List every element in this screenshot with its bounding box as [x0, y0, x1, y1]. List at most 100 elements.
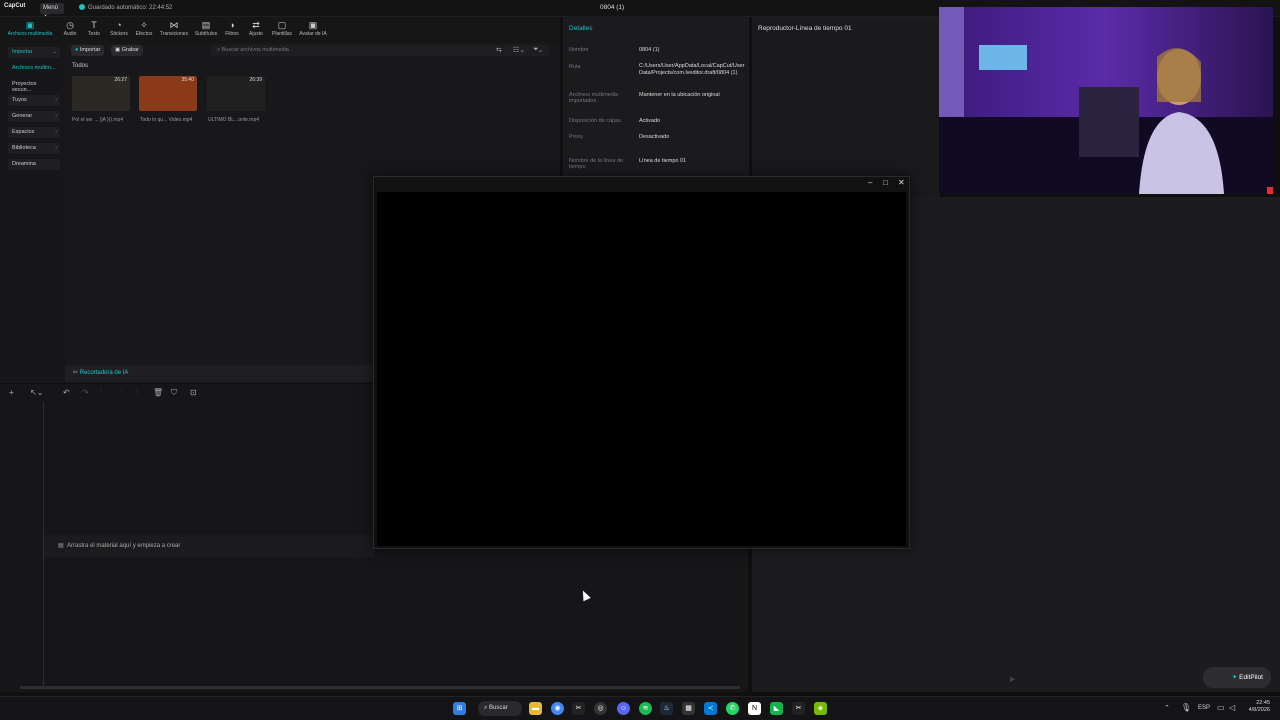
capcut-icon[interactable]: ✂: [572, 702, 585, 715]
sidebar-item-generate[interactable]: Generar ›: [8, 111, 60, 122]
editpilot-icon: ✦: [1231, 674, 1238, 681]
tray-chevron-icon[interactable]: ⌃: [1164, 704, 1170, 712]
sidebar-item-media[interactable]: Archivos multim...: [8, 63, 60, 74]
app-icon[interactable]: ▦: [682, 702, 695, 715]
detail-value: Línea de tiempo 01: [639, 158, 687, 164]
media-sidebar: Importar ⌄ Archivos multim... Proyectos s…: [0, 43, 65, 383]
sticker-icon: ◔: [116, 20, 122, 30]
chevron-right-icon: ›: [55, 145, 57, 151]
filter-icon[interactable]: ⏷⌄: [533, 46, 542, 54]
detail-key: Ruta: [569, 64, 581, 70]
tab-templates[interactable]: ▢ Plantillas: [268, 20, 296, 37]
capcut-alt-icon[interactable]: ✂: [792, 702, 805, 715]
detail-value: Desactivado: [639, 134, 670, 140]
split-icon[interactable]: ⫶: [100, 388, 102, 398]
timeline-drop-zone[interactable]: ▤ Arrastra el material aquí y empieza a …: [44, 535, 374, 557]
notion-icon[interactable]: N: [748, 702, 761, 715]
chrome-icon[interactable]: ◉: [551, 702, 564, 715]
scissors-icon: ✂: [73, 370, 79, 376]
ai-cropper-bar[interactable]: ✂ Recortadora de IA: [65, 365, 373, 382]
obs-icon[interactable]: ◎: [594, 702, 607, 715]
window-titlebar[interactable]: – □ ✕: [374, 177, 909, 191]
monitor-icon[interactable]: ▭: [1217, 703, 1225, 712]
tab-adjust[interactable]: ⇄ Ajuste: [242, 20, 270, 37]
search-icon: ⌕: [484, 705, 488, 711]
select-tool-icon[interactable]: ↖⌄: [30, 388, 43, 397]
media-thumbnail[interactable]: 35:40: [139, 76, 197, 111]
media-icon: ▣: [25, 20, 35, 30]
delete-icon[interactable]: 🗑: [153, 388, 163, 397]
volume-icon[interactable]: ◁: [1229, 703, 1235, 712]
file-explorer-icon[interactable]: ▬: [529, 702, 542, 715]
sidebar-item-library[interactable]: Biblioteca ›: [8, 143, 60, 154]
editpilot-button[interactable]: ✦ EditPilot: [1203, 667, 1271, 688]
avatar-icon: ▣: [308, 20, 318, 30]
green-app-icon[interactable]: ◣: [770, 702, 783, 715]
media-thumbnail[interactable]: 26:39: [207, 76, 265, 111]
chevron-right-icon: ›: [55, 129, 57, 135]
timeline-scrollbar[interactable]: [20, 686, 740, 689]
sidebar-item-dreamina[interactable]: Dreamina: [8, 159, 60, 170]
close-icon[interactable]: ✕: [898, 178, 905, 187]
language-indicator[interactable]: ESP: [1198, 705, 1210, 711]
floating-preview-window: – □ ✕: [373, 176, 910, 549]
split-right-icon[interactable]: ⫶: [136, 388, 138, 398]
transitions-icon: ⋈: [169, 20, 179, 30]
clock-date: 4/8/2026: [1248, 707, 1270, 713]
redo-icon[interactable]: ↷: [82, 388, 89, 397]
film-icon: ▤: [58, 543, 64, 549]
import-button[interactable]: ● Importar: [71, 45, 105, 56]
tab-text[interactable]: T Texto: [80, 20, 108, 37]
sidebar-item-import[interactable]: Importar ⌄: [8, 47, 60, 58]
clock[interactable]: 22:45 4/8/2026: [1249, 700, 1270, 714]
autosave-status: Guardado automático: 22:44:52: [79, 4, 172, 11]
play-icon[interactable]: ▶: [1010, 675, 1015, 683]
tab-effects[interactable]: ✧ Efectos: [130, 20, 158, 37]
microphone-icon[interactable]: 🎙: [1181, 703, 1191, 712]
tab-ai-avatar[interactable]: ▣ Avatar de IA: [296, 20, 330, 37]
tab-subtitles[interactable]: ▤ Subtítulos: [192, 20, 220, 37]
sidebar-item-spaces[interactable]: Espacios ›: [8, 127, 60, 138]
spotify-icon[interactable]: ≋: [639, 702, 652, 715]
section-label: Todos: [72, 63, 89, 69]
detail-key: Nombre: [569, 47, 589, 53]
media-thumbnail[interactable]: 26:27: [72, 76, 130, 111]
taskbar: ⊞ ⌕ Buscar ▬ ◉ ✂ ◎ ☺ ≋ ♨ ▦ ≺ ✆ N ◣ ✂ ◈ ⌃…: [0, 696, 1280, 720]
sort-icon[interactable]: ⇆: [496, 46, 502, 54]
taskbar-search[interactable]: ⌕ Buscar: [478, 701, 522, 716]
view-options-icon[interactable]: ☷⌄: [513, 46, 525, 54]
webcam-image: [939, 7, 1273, 194]
tab-media[interactable]: ▣ Archivos multimedia: [4, 20, 56, 37]
text-icon: T: [91, 20, 97, 30]
sidebar-item-yours[interactable]: Tuyos ›: [8, 95, 60, 106]
maximize-icon[interactable]: □: [883, 178, 888, 187]
whatsapp-icon[interactable]: ✆: [726, 702, 739, 715]
nvidia-icon[interactable]: ◈: [814, 702, 827, 715]
crop-icon[interactable]: ⊡: [190, 388, 197, 397]
detail-value: 0804 (1): [639, 47, 660, 53]
add-track-icon[interactable]: +: [9, 388, 14, 397]
menu-button[interactable]: Menú ⌄: [40, 3, 64, 18]
templates-icon: ▢: [277, 20, 287, 30]
steam-icon[interactable]: ♨: [660, 702, 673, 715]
preview-canvas: [377, 192, 906, 546]
windows-start-icon[interactable]: ⊞: [453, 702, 466, 715]
undo-icon[interactable]: ↶: [63, 388, 70, 397]
split-left-icon[interactable]: ⫶: [119, 388, 121, 398]
tab-stickers[interactable]: ◔ Stickers: [105, 20, 133, 37]
record-button[interactable]: ▣ Grabar: [111, 45, 143, 56]
sidebar-item-subprojects[interactable]: Proyectos secun...: [8, 79, 60, 93]
webcam-overlay: [939, 7, 1273, 194]
discord-icon[interactable]: ☺: [617, 702, 630, 715]
tab-transitions[interactable]: ⋈ Transiciones: [156, 20, 192, 37]
vscode-icon[interactable]: ≺: [704, 702, 717, 715]
details-panel: Detalles Nombre 0804 (1) Ruta C:/Users/U…: [563, 17, 749, 177]
detail-value: Activado: [639, 118, 661, 124]
minimize-icon[interactable]: –: [868, 178, 872, 187]
shield-icon[interactable]: ⛉: [171, 388, 177, 398]
detail-key: Nombre de la línea de tiempo: [569, 158, 624, 170]
chevron-right-icon: ›: [55, 97, 57, 103]
import-icon: ●: [75, 47, 79, 53]
media-filename: ULTIMO BL...onte.mp4: [208, 117, 260, 123]
detail-value: Mantener en la ubicación original: [639, 92, 720, 98]
